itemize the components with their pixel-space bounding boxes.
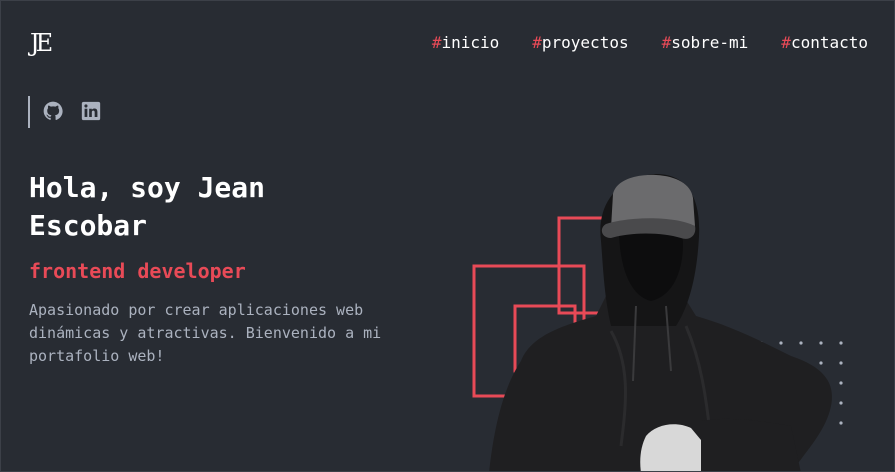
logo[interactable]: JE [30,30,53,56]
social-links [42,100,102,122]
nav-proyectos[interactable]: #proyectos [532,33,628,53]
nav-sobre-mi[interactable]: #sobre-mi [662,33,749,53]
nav-label: sobre-mi [671,33,749,52]
hero-title: Hola, soy Jean Escobar [29,171,266,242]
nav-hash: # [431,33,442,52]
nav-hash: # [781,33,791,52]
hero-illustration [472,174,843,471]
hero-description: Apasionado por crear aplicaciones web di… [29,301,382,365]
main-nav: #inicio #proyectos #sobre-mi #contacto [432,33,868,53]
nav-hash: # [532,33,542,52]
nav-hash: # [661,33,672,52]
social-divider [28,96,30,128]
page: JE #inicio #proyectos #sobre-mi #contact… [0,0,895,472]
person-portrait [489,174,832,471]
linkedin-icon[interactable] [80,100,102,122]
hero-role: frontend developer [29,259,246,283]
nav-contacto[interactable]: #contacto [781,33,868,53]
nav-label: contacto [790,33,868,52]
nav-label: proyectos [541,33,629,52]
github-icon[interactable] [42,100,64,122]
nav-label: inicio [441,33,500,52]
nav-inicio[interactable]: #inicio [432,33,499,53]
